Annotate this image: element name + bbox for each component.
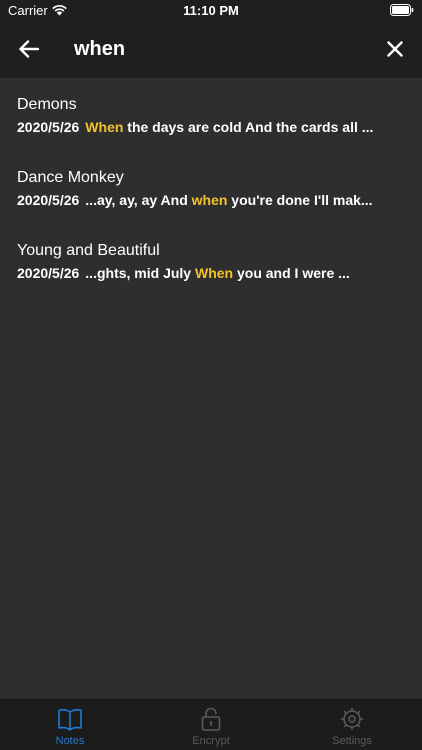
note-date: 2020/5/26 xyxy=(17,265,80,281)
clear-search-button[interactable] xyxy=(380,34,410,64)
note-date: 2020/5/26 xyxy=(17,119,80,135)
search-input[interactable] xyxy=(74,34,364,64)
snippet-match: when xyxy=(191,192,228,208)
tab-label: Settings xyxy=(332,735,372,747)
snippet-before: ...ghts, mid July xyxy=(85,265,195,281)
close-icon xyxy=(387,41,403,57)
list-item[interactable]: Demons 2020/5/26 When the days are cold A… xyxy=(17,95,412,137)
arrow-left-icon xyxy=(19,40,39,58)
note-snippet: 2020/5/26 When the days are cold And the … xyxy=(17,117,412,137)
status-bar: Carrier 11:10 PM xyxy=(0,0,422,22)
status-time: 11:10 PM xyxy=(183,3,239,18)
search-screen: Carrier 11:10 PM when Demons 2020/5/26 W… xyxy=(0,0,422,750)
note-title: Dance Monkey xyxy=(17,169,124,186)
gear-icon xyxy=(341,708,363,730)
snippet-after: the days are cold And the cards all ... xyxy=(123,119,374,135)
battery-icon xyxy=(390,4,414,16)
top-bar: Carrier 11:10 PM xyxy=(0,0,422,78)
note-date: 2020/5/26 xyxy=(17,192,80,208)
note-snippet: 2020/5/26 ...ay, ay, ay And when you're d… xyxy=(17,190,412,210)
back-button[interactable] xyxy=(14,34,44,64)
snippet-match: When xyxy=(194,265,234,281)
snippet-after: you're done I'll mak... xyxy=(227,192,373,208)
tab-encrypt[interactable]: Encrypt xyxy=(141,699,281,750)
list-item[interactable]: Dance Monkey 2020/5/26 ...ay, ay, ay And … xyxy=(17,168,412,210)
tab-bar: Notes Encrypt Settings xyxy=(0,698,422,750)
list-item[interactable]: Young and Beautiful 2020/5/26 ...ghts, mi… xyxy=(17,241,412,283)
tab-settings[interactable]: Settings xyxy=(282,699,422,750)
search-row xyxy=(0,24,422,74)
note-snippet: 2020/5/26 ...ghts, mid July When you and … xyxy=(17,263,412,283)
tab-label: Notes xyxy=(55,735,85,747)
snippet-after: you and I were ... xyxy=(233,265,350,281)
snippet-match: When xyxy=(85,119,124,135)
snippet-before: ...ay, ay, ay And xyxy=(85,192,192,208)
tab-label: Encrypt xyxy=(192,735,230,747)
note-title: Demons xyxy=(17,96,77,113)
note-title: Young and Beautiful xyxy=(17,242,160,259)
lock-icon xyxy=(201,707,221,731)
tab-notes[interactable]: Notes xyxy=(0,699,140,750)
book-icon xyxy=(58,709,82,731)
